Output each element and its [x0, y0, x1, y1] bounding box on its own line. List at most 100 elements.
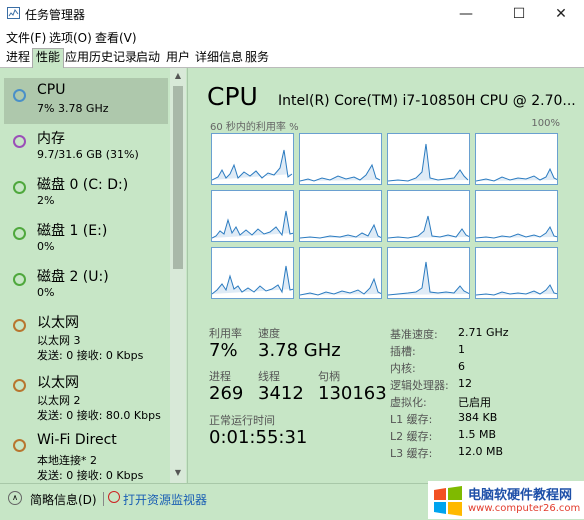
logical-cpu-graph	[299, 133, 382, 185]
logical-cpu-graph	[387, 247, 470, 299]
speed-value: 3.78 GHz	[258, 340, 341, 361]
windows-logo-icon	[434, 486, 462, 516]
tab-performance[interactable]: 性能	[32, 48, 65, 69]
sidebar-item-subtitle: 9.7/31.6 GB (31%)	[37, 148, 139, 161]
scroll-thumb[interactable]	[173, 86, 183, 269]
tab-app-history[interactable]: 应用历史记录	[62, 49, 140, 68]
sidebar-item-title: 内存	[37, 131, 65, 147]
menu-file[interactable]: 文件(F)	[6, 29, 46, 46]
disk-graph-icon	[13, 273, 26, 286]
logical-cpu-graph	[299, 190, 382, 242]
logical-cpu-graph	[475, 133, 558, 185]
cpu-graph-grid	[211, 133, 561, 301]
spec-value: 12.0 MB	[458, 445, 504, 458]
sidebar-item-wifi-direct[interactable]: Wi-Fi Direct 本地连接* 2 发送: 0 接收: 0 Kbps	[4, 428, 168, 483]
spec-value: 1.5 MB	[458, 428, 497, 441]
resource-monitor-icon	[108, 491, 120, 503]
memory-graph-icon	[13, 135, 26, 148]
network-graph-icon	[13, 379, 26, 392]
sidebar-item-detail: 发送: 0 接收: 0 Kbps	[37, 349, 144, 362]
sidebar-item-title: CPU	[37, 82, 66, 98]
network-graph-icon	[13, 319, 26, 332]
window-title: 任务管理器	[25, 8, 86, 22]
tab-users[interactable]: 用户	[163, 49, 193, 68]
disk-graph-icon	[13, 181, 26, 194]
less-details-button[interactable]: 简略信息(D)	[30, 491, 97, 508]
tab-details[interactable]: 详细信息	[192, 49, 246, 68]
logical-cpu-graph	[387, 190, 470, 242]
scroll-up-icon[interactable]: ▲	[170, 68, 186, 84]
handles-label: 句柄	[318, 370, 340, 383]
page-title: CPU	[207, 82, 258, 111]
chevron-up-icon[interactable]: ∧	[8, 491, 22, 505]
menu-view[interactable]: 查看(V)	[95, 29, 137, 46]
sidebar-item-subtitle: 7% 3.78 GHz	[37, 102, 109, 115]
sidebar: CPU 7% 3.78 GHz 内存 9.7/31.6 GB (31%) 磁盘 …	[0, 68, 188, 483]
logical-cpu-graph	[475, 247, 558, 299]
cpu-graph-icon	[13, 89, 26, 102]
sidebar-scrollbar[interactable]: ▲ ▼	[170, 68, 186, 483]
sidebar-item-ethernet3[interactable]: 以太网 以太网 3 发送: 0 接收: 0 Kbps	[4, 308, 168, 366]
sidebar-item-ethernet2[interactable]: 以太网 以太网 2 发送: 0 接收: 80.0 Kbps	[4, 368, 168, 426]
logical-cpu-graph	[211, 190, 294, 242]
sidebar-item-memory[interactable]: 内存 9.7/31.6 GB (31%)	[4, 124, 168, 170]
sidebar-item-title: 磁盘 0 (C: D:)	[37, 177, 129, 193]
processes-label: 进程	[209, 370, 231, 383]
footer-divider	[103, 492, 104, 506]
sidebar-item-detail: 发送: 0 接收: 0 Kbps	[37, 469, 144, 482]
minimize-button[interactable]: —	[443, 0, 489, 27]
spec-value: 12	[458, 377, 472, 390]
threads-label: 线程	[258, 370, 280, 383]
graph-label: 60 秒内的利用率 %	[210, 122, 299, 133]
logical-cpu-graph	[211, 133, 294, 185]
logical-cpu-graph	[211, 247, 294, 299]
sidebar-item-subtitle: 0%	[37, 240, 55, 253]
spec-value: 已启用	[458, 396, 491, 409]
tab-services[interactable]: 服务	[242, 49, 272, 68]
graph-max-label: 100%	[531, 118, 560, 129]
tab-processes[interactable]: 进程	[3, 49, 33, 68]
sidebar-item-disk1[interactable]: 磁盘 1 (E:) 0%	[4, 216, 168, 262]
close-button[interactable]: ✕	[538, 0, 584, 27]
sidebar-item-subtitle: 以太网 2	[37, 394, 81, 407]
sidebar-item-title: 磁盘 2 (U:)	[37, 269, 109, 285]
watermark-url: www.computer26.com	[468, 503, 581, 514]
uptime-label: 正常运行时间	[209, 414, 275, 427]
sidebar-item-subtitle: 2%	[37, 194, 55, 207]
sidebar-item-disk0[interactable]: 磁盘 0 (C: D:) 2%	[4, 170, 168, 216]
tab-bar: 进程 性能 应用历史记录 启动 用户 详细信息 服务	[0, 46, 584, 69]
menu-bar: 文件(F) 选项(O) 查看(V)	[0, 27, 584, 46]
sidebar-item-title: 以太网	[37, 375, 79, 391]
speed-label: 速度	[258, 327, 280, 340]
spec-label: 虚拟化:	[390, 396, 427, 409]
sidebar-item-title: Wi-Fi Direct	[37, 432, 117, 448]
sidebar-item-title: 以太网	[37, 315, 79, 331]
tab-startup[interactable]: 启动	[133, 49, 163, 68]
sidebar-item-cpu[interactable]: CPU 7% 3.78 GHz	[4, 78, 168, 124]
spec-label: 逻辑处理器:	[390, 379, 449, 392]
title-bar: 任务管理器 — ☐ ✕	[0, 0, 584, 27]
maximize-button[interactable]: ☐	[496, 0, 542, 27]
sidebar-item-disk2[interactable]: 磁盘 2 (U:) 0%	[4, 262, 168, 308]
sidebar-item-subtitle: 0%	[37, 286, 55, 299]
uptime-value: 0:01:55:31	[209, 427, 308, 448]
threads-value: 3412	[258, 383, 304, 404]
watermark-title: 电脑软硬件教程网	[468, 488, 573, 503]
cpu-model-name: Intel(R) Core(TM) i7-10850H CPU @ 2.70..…	[278, 93, 576, 109]
logical-cpu-graph	[299, 247, 382, 299]
watermark: 电脑软硬件教程网 www.computer26.com	[428, 481, 584, 519]
handles-value: 130163	[318, 383, 387, 404]
spec-label: L3 缓存:	[390, 447, 433, 460]
sidebar-item-subtitle: 本地连接* 2	[37, 454, 97, 467]
utilization-label: 利用率	[209, 327, 242, 340]
spec-value: 384 KB	[458, 411, 498, 424]
processes-value: 269	[209, 383, 244, 404]
scroll-down-icon[interactable]: ▼	[170, 465, 186, 481]
spec-value: 1	[458, 343, 465, 356]
utilization-value: 7%	[209, 340, 238, 361]
spec-label: L1 缓存:	[390, 413, 433, 426]
spec-label: 内核:	[390, 362, 416, 375]
logical-cpu-graph	[387, 133, 470, 185]
open-resource-monitor-link[interactable]: 打开资源监视器	[123, 491, 207, 508]
menu-options[interactable]: 选项(O)	[49, 29, 92, 46]
